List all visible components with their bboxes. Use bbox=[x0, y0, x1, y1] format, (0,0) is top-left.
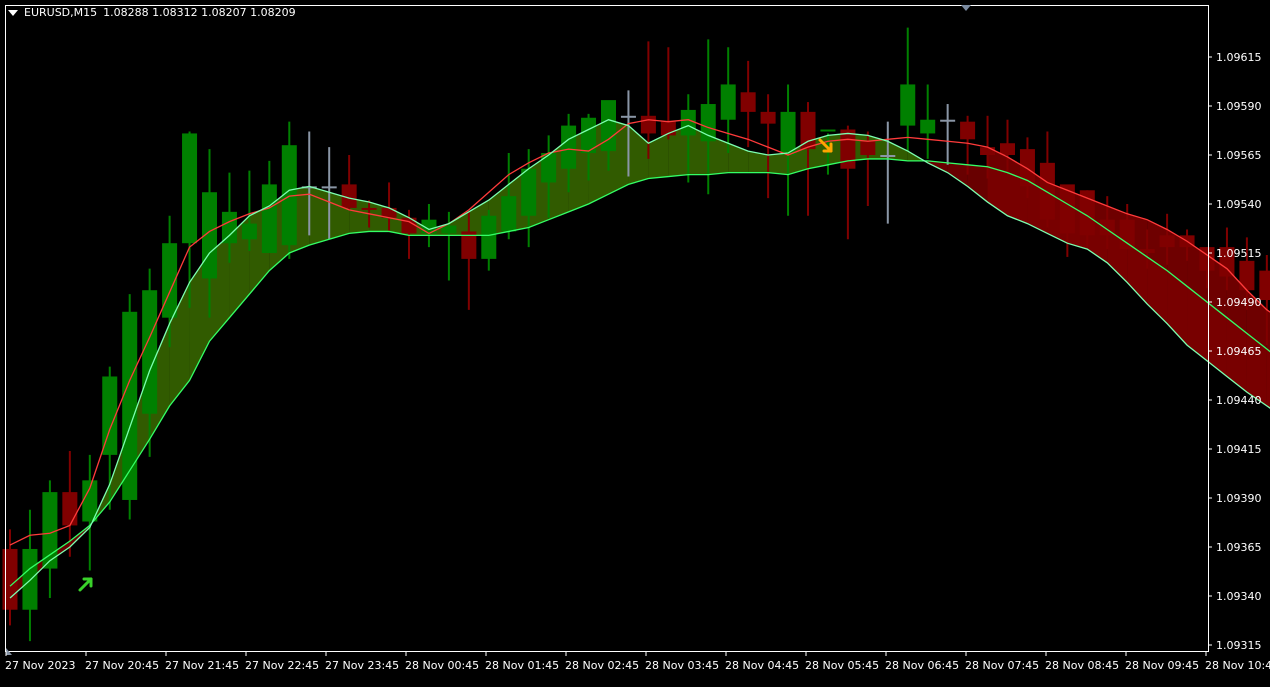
y-tick-label: 1.09390 bbox=[1216, 492, 1262, 505]
candle-body bbox=[960, 122, 975, 140]
y-tick-label: 1.09315 bbox=[1216, 639, 1262, 652]
candle-body bbox=[880, 155, 895, 157]
candle-body bbox=[860, 141, 875, 155]
ohlc-label: 1.08288 1.08312 1.08207 1.08209 bbox=[103, 6, 295, 19]
candle-body bbox=[262, 184, 277, 253]
x-tick-label: 28 Nov 05:45 bbox=[805, 659, 879, 672]
y-tick-label: 1.09515 bbox=[1216, 247, 1262, 260]
candle-body bbox=[940, 120, 955, 122]
candle-body bbox=[781, 112, 796, 155]
candle-body bbox=[541, 153, 556, 182]
time-axis[interactable]: 27 Nov 2023 27 Nov 20:45 27 Nov 21:45 27 No… bbox=[5, 651, 1270, 672]
candle-body bbox=[561, 126, 576, 169]
band-segment bbox=[648, 133, 668, 178]
band-segment bbox=[968, 165, 988, 202]
x-tick-label: 28 Nov 08:45 bbox=[1045, 659, 1119, 672]
candle-body bbox=[920, 120, 935, 134]
candle-body bbox=[820, 130, 835, 132]
candle-body bbox=[222, 212, 237, 243]
candle-body bbox=[980, 147, 995, 155]
candle-body bbox=[681, 110, 696, 135]
candle-body bbox=[521, 169, 536, 216]
candle-body bbox=[362, 208, 377, 210]
candle-body bbox=[601, 100, 616, 151]
band-segment bbox=[768, 153, 788, 175]
candle-body bbox=[1160, 235, 1175, 247]
y-tick-label: 1.09465 bbox=[1216, 345, 1262, 358]
y-tick-label: 1.09540 bbox=[1216, 198, 1262, 211]
candle-body bbox=[741, 92, 756, 112]
candle-body bbox=[1000, 143, 1015, 155]
x-tick-label: 28 Nov 09:45 bbox=[1125, 659, 1199, 672]
y-tick-label: 1.09415 bbox=[1216, 443, 1262, 456]
candle-body bbox=[721, 84, 736, 119]
y-tick-label: 1.09440 bbox=[1216, 394, 1262, 407]
candle-body bbox=[1120, 220, 1135, 249]
price-axis[interactable]: 1.09615 1.09590 1.09565 1.09540 1.09515 1.094… bbox=[1208, 51, 1262, 652]
chart-shift-marker[interactable] bbox=[961, 5, 971, 11]
x-tick-label: 28 Nov 10:45 bbox=[1205, 659, 1270, 672]
candle-body bbox=[1040, 163, 1055, 220]
upper-band-segment bbox=[1147, 220, 1167, 324]
candle-body bbox=[62, 492, 77, 525]
x-tick-label: 28 Nov 01:45 bbox=[485, 659, 559, 672]
candle-body bbox=[481, 216, 496, 259]
y-tick-label: 1.09565 bbox=[1216, 149, 1262, 162]
candle-body bbox=[3, 549, 18, 610]
candle-body bbox=[322, 186, 337, 188]
y-tick-label: 1.09340 bbox=[1216, 590, 1262, 603]
y-tick-label: 1.09590 bbox=[1216, 100, 1262, 113]
y-tick-label: 1.09490 bbox=[1216, 296, 1262, 309]
candle-body bbox=[641, 116, 656, 134]
price-chart[interactable]: 1.09615 1.09590 1.09565 1.09540 1.09515 1.094… bbox=[0, 0, 1270, 683]
x-tick-label: 27 Nov 21:45 bbox=[165, 659, 239, 672]
candle-body bbox=[22, 549, 37, 610]
band-segment bbox=[888, 141, 908, 161]
x-tick-label: 28 Nov 03:45 bbox=[645, 659, 719, 672]
x-tick-label: 28 Nov 00:45 bbox=[405, 659, 479, 672]
candle-body bbox=[840, 130, 855, 169]
upper-band-segment bbox=[988, 147, 1008, 216]
dropdown-triangle-icon[interactable] bbox=[8, 10, 18, 16]
x-tick-label: 27 Nov 20:45 bbox=[85, 659, 159, 672]
x-tick-label: 28 Nov 06:45 bbox=[885, 659, 959, 672]
x-tick-label: 27 Nov 23:45 bbox=[325, 659, 399, 672]
candle-body bbox=[182, 133, 197, 243]
candle-body bbox=[621, 116, 636, 118]
chart-window[interactable]: 1.09615 1.09590 1.09565 1.09540 1.09515 1.094… bbox=[0, 0, 1270, 683]
candle-body bbox=[1140, 249, 1155, 253]
x-tick-label: 27 Nov 22:45 bbox=[245, 659, 319, 672]
chart-header: EURUSD,M15 1.08288 1.08312 1.08207 1.082… bbox=[8, 6, 296, 19]
candle-body bbox=[242, 224, 257, 240]
x-tick-label: 28 Nov 04:45 bbox=[725, 659, 799, 672]
x-tick-label: 28 Nov 02:45 bbox=[565, 659, 639, 672]
x-tick-label: 27 Nov 2023 bbox=[5, 659, 75, 672]
candle-body bbox=[900, 84, 915, 125]
candle-body bbox=[761, 112, 776, 124]
symbol-label: EURUSD,M15 bbox=[24, 6, 97, 19]
candle-body bbox=[501, 196, 516, 231]
y-tick-label: 1.09615 bbox=[1216, 51, 1262, 64]
candle-body bbox=[142, 290, 157, 413]
x-tick-label: 28 Nov 07:45 bbox=[965, 659, 1039, 672]
candle-body bbox=[1239, 261, 1254, 290]
y-tick-label: 1.09365 bbox=[1216, 541, 1262, 554]
buy-arrow-icon bbox=[80, 579, 91, 590]
candle-body bbox=[801, 112, 816, 149]
